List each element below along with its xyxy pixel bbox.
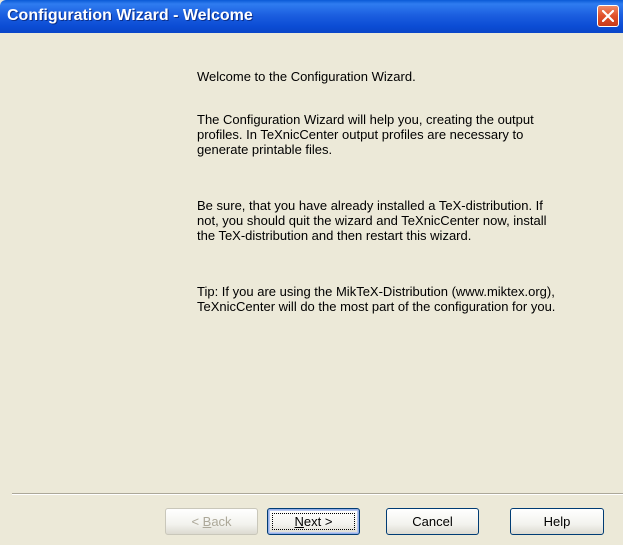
tip-paragraph-block: Tip: If you are using the MikTeX-Distrib… — [197, 284, 557, 329]
configuration-wizard-window: Configuration Wizard - Welcome Welcome t… — [0, 0, 623, 545]
cancel-button[interactable]: Cancel — [386, 508, 479, 535]
welcome-heading: Welcome to the Configuration Wizard. — [197, 69, 416, 84]
button-separator — [12, 493, 623, 495]
close-button[interactable] — [597, 5, 619, 27]
next-button[interactable]: Next > — [267, 508, 360, 535]
help-button[interactable]: Help — [510, 508, 604, 535]
intro-paragraph: The Configuration Wizard will help you, … — [197, 112, 534, 157]
back-button[interactable]: < Back — [165, 508, 258, 535]
distribution-paragraph-block: Be sure, that you have already installed… — [197, 198, 557, 258]
window-title: Configuration Wizard - Welcome — [7, 7, 253, 24]
back-button-prefix: < — [191, 514, 203, 529]
back-button-rest: ack — [211, 514, 232, 529]
distribution-paragraph: Be sure, that you have already installed… — [197, 198, 547, 243]
tip-paragraph: Tip: If you are using the MikTeX-Distrib… — [197, 284, 556, 314]
welcome-text: Welcome to the Configuration Wizard. — [197, 69, 557, 99]
title-bar[interactable]: Configuration Wizard - Welcome — [0, 0, 623, 33]
close-icon — [602, 10, 614, 22]
next-button-focus-ring — [272, 513, 355, 530]
intro-paragraph-block: The Configuration Wizard will help you, … — [197, 112, 557, 172]
wizard-page: Welcome to the Configuration Wizard. The… — [0, 33, 623, 545]
